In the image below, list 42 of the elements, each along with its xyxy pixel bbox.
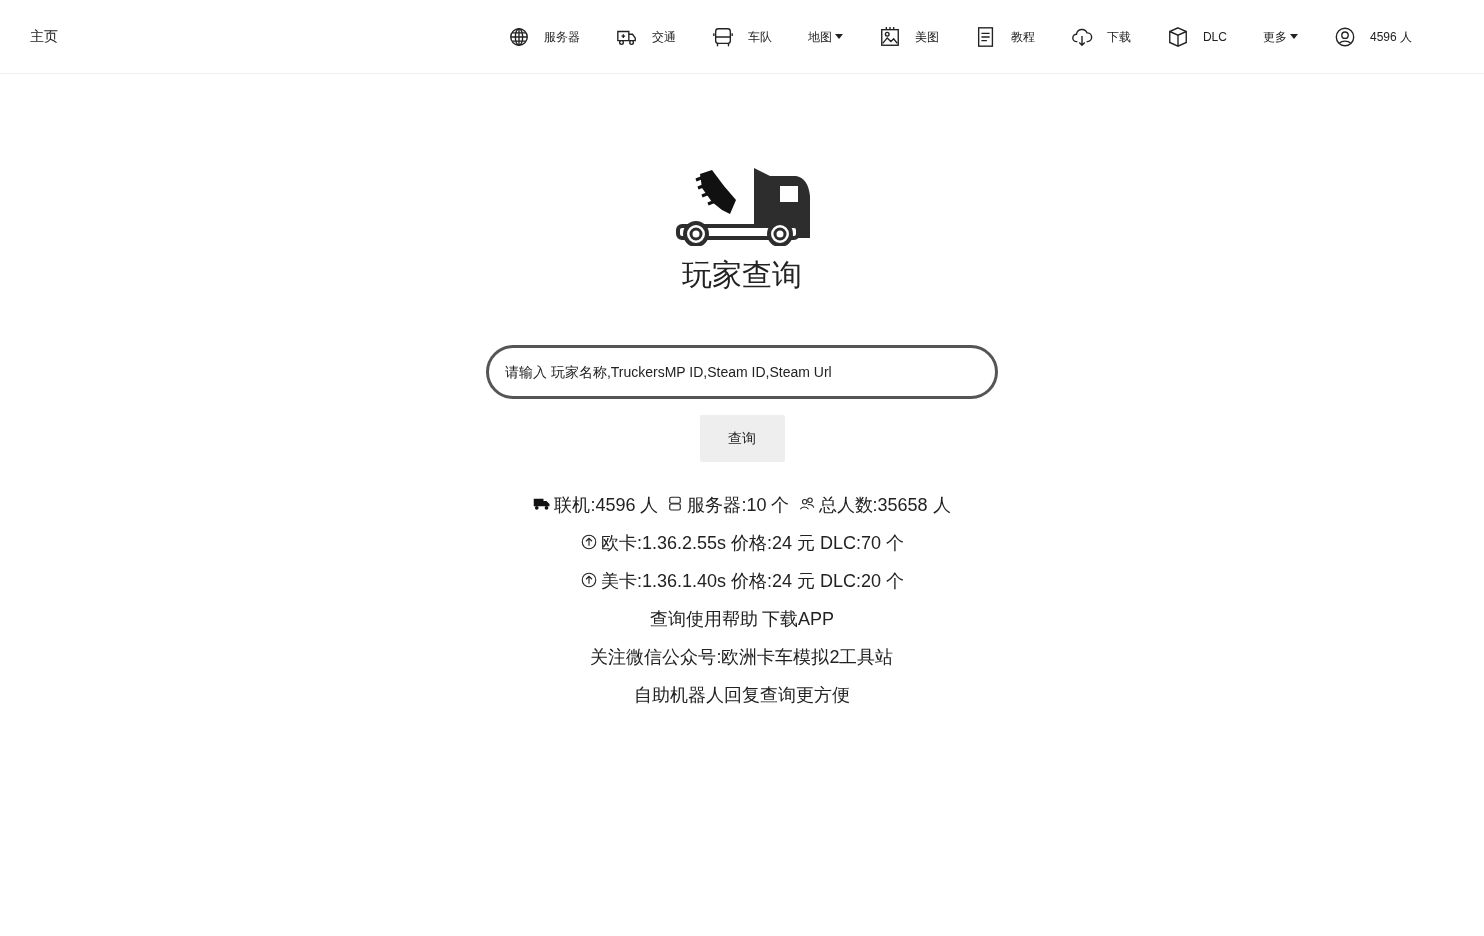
nav-link[interactable]: DLC — [1148, 25, 1245, 48]
nav-link[interactable]: 交通 — [597, 25, 694, 48]
help-link[interactable]: 下载APP — [761, 600, 834, 638]
nav-link[interactable]: 下载 — [1052, 25, 1149, 48]
query-button[interactable]: 查询 — [699, 415, 785, 462]
upload-circle-icon — [579, 571, 598, 589]
caret-icon — [1289, 34, 1298, 39]
user-icon — [1333, 25, 1356, 48]
search-field[interactable]: 请输入 玩家名称,TruckersMP ID,Steam ID,Steam Url — [486, 345, 998, 399]
nav-label: 教程 — [1010, 28, 1035, 46]
stat-text: 服务器:10 个 — [687, 495, 790, 515]
stat-text: 总人数:35658 人 — [818, 495, 951, 515]
help-link[interactable]: 查询使用帮助 — [649, 600, 758, 638]
nav-label: DLC — [1202, 28, 1227, 46]
stat-text: 联机:4596 人 — [554, 495, 659, 515]
home-link[interactable]: 主页 — [30, 26, 58, 47]
version-text: 美卡:1.36.1.40s 价格:24 元 DLC:20 个 — [600, 571, 905, 591]
dropdown-toggle[interactable]: 地图 — [789, 27, 861, 46]
cube-icon — [1166, 25, 1189, 48]
nav-label: 美图 — [914, 28, 939, 46]
nav-label: 交通 — [651, 28, 676, 46]
caret-icon — [834, 34, 843, 39]
nav-link[interactable]: 4596 人 — [1315, 25, 1430, 48]
page-title: 玩家查询 — [682, 257, 802, 293]
nav-link[interactable]: 美图 — [860, 25, 957, 48]
version-text: 欧卡:1.36.2.55s 价格:24 元 DLC:70 个 — [600, 533, 905, 553]
dropdown-toggle[interactable]: 更多 — [1244, 27, 1316, 46]
note-text: 关注微信公众号:欧洲卡车模拟2工具站 — [590, 646, 894, 669]
note-text: 自助机器人回复查询更方便 — [634, 684, 850, 707]
globe-icon — [507, 25, 530, 48]
nav-label: 下载 — [1106, 28, 1131, 46]
nav-link[interactable]: 车队 — [693, 25, 790, 48]
nav-label: 4596 人 — [1369, 28, 1412, 46]
picture-icon — [878, 25, 901, 48]
nav-label: 更多 — [1262, 28, 1287, 46]
nav-label: 地图 — [807, 28, 832, 46]
bus-icon — [711, 25, 734, 48]
nav-link[interactable]: 服务器 — [489, 25, 598, 48]
nav-label: 服务器 — [543, 28, 580, 46]
nav-link[interactable]: 教程 — [956, 25, 1053, 48]
upload-circle-icon — [579, 533, 598, 551]
nav-label: 车队 — [747, 28, 772, 46]
